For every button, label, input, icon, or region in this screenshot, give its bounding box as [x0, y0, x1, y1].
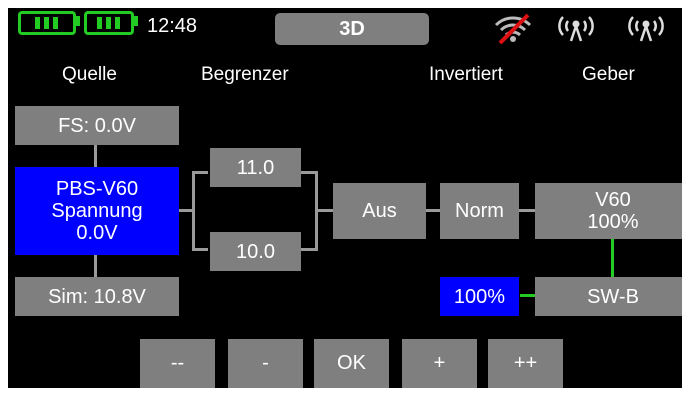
decrease-button[interactable]: -: [228, 339, 303, 388]
ok-button[interactable]: OK: [314, 339, 389, 388]
limit-upper-box[interactable]: 11.0: [210, 148, 301, 187]
source-box-selected[interactable]: PBS-V60 Spannung 0.0V: [15, 167, 179, 255]
display-screen: 12:48 3D Quelle Begrenzer Invertiert Geb…: [8, 8, 682, 388]
battery-icon: [84, 11, 134, 35]
battery-icon: [18, 11, 76, 35]
failsafe-box[interactable]: FS: 0.0V: [15, 106, 179, 145]
antenna-icon: [558, 16, 594, 42]
decrease-fast-button[interactable]: --: [140, 339, 215, 388]
header-begrenzer: Begrenzer: [201, 64, 289, 85]
source-name: PBS-V60: [55, 178, 139, 200]
percent-box-selected[interactable]: 100%: [440, 277, 519, 316]
increase-button[interactable]: +: [402, 339, 477, 388]
source-value: 0.0V: [76, 222, 118, 244]
header-geber: Geber: [582, 64, 635, 85]
no-signal-icon: [494, 13, 532, 45]
limit-lower-box[interactable]: 10.0: [210, 232, 301, 271]
aus-box[interactable]: Aus: [333, 183, 426, 239]
clock: 12:48: [147, 15, 198, 37]
geber-name: V60: [595, 189, 631, 211]
geber-percent: 100%: [587, 211, 639, 233]
header-invertiert: Invertiert: [429, 64, 503, 85]
header-quelle: Quelle: [62, 64, 117, 85]
source-type: Spannung: [51, 200, 143, 222]
simulation-box[interactable]: Sim: 10.8V: [15, 277, 179, 316]
switch-box[interactable]: SW-B: [535, 277, 682, 316]
norm-box[interactable]: Norm: [440, 183, 519, 239]
antenna-icon: [628, 16, 664, 42]
mode-badge: 3D: [275, 13, 429, 45]
geber-box[interactable]: V60 100%: [535, 183, 682, 239]
increase-fast-button[interactable]: ++: [488, 339, 563, 388]
